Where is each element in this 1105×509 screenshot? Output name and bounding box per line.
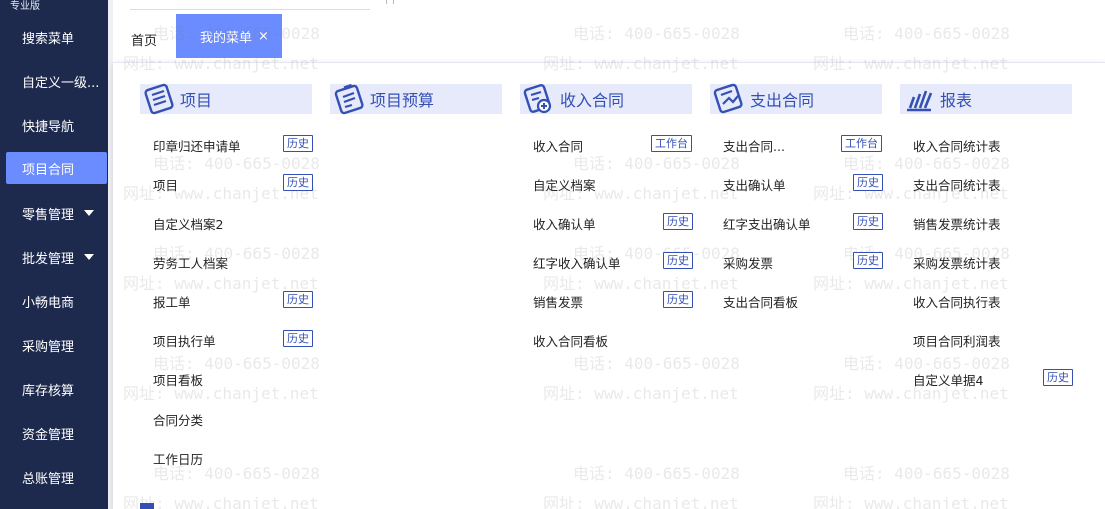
sidebar-item-label: 库存核算	[22, 383, 75, 399]
menu-item-sales-invoice-stats[interactable]: 销售发票统计表	[913, 214, 1001, 233]
caret-down-icon	[84, 210, 95, 216]
menu-item-expense-confirm[interactable]: 支出确认单	[723, 175, 786, 194]
column-header-project-budget: 项目预算	[330, 83, 502, 115]
top-mark	[386, 0, 394, 4]
report-icon	[907, 90, 933, 112]
history-tag[interactable]: 历史	[283, 174, 313, 191]
column-header-reports: 报表	[900, 84, 1072, 114]
history-tag[interactable]: 历史	[663, 213, 693, 230]
history-tag[interactable]: 历史	[283, 330, 313, 347]
sidebar-item-retail[interactable]: 零售管理	[0, 197, 108, 229]
sidebar-item-label: 零售管理	[22, 207, 75, 223]
column-title: 项目	[180, 91, 213, 110]
history-tag[interactable]: 历史	[663, 252, 693, 269]
menu-item-custom-archive[interactable]: 自定义档案	[533, 175, 596, 194]
history-tag[interactable]: 历史	[853, 174, 883, 191]
menu-item-project[interactable]: 项目	[153, 175, 178, 194]
menu-item-project-execution[interactable]: 项目执行单	[153, 331, 216, 350]
watermark-phone: 电话: 400-665-0028	[843, 24, 1010, 43]
column-title: 收入合同	[560, 91, 625, 110]
menu-item-labor-worker-archive[interactable]: 劳务工人档案	[153, 253, 228, 272]
menu-item-project-board[interactable]: 项目看板	[153, 370, 203, 389]
tab-my-menu[interactable]: 我的菜单 ×	[176, 14, 282, 58]
menu-item-custom-document-4[interactable]: 自定义单据4	[913, 370, 983, 389]
tab-label: 我的菜单	[200, 30, 253, 46]
menu-item-income-contract-stats[interactable]: 收入合同统计表	[913, 136, 1001, 155]
sidebar-item-search-menu[interactable]: 搜索菜单	[0, 21, 108, 53]
sidebar-item-ecommerce[interactable]: 小畅电商	[0, 285, 108, 317]
menu-item-expense-contract-stats[interactable]: 支出合同统计表	[913, 175, 1001, 194]
sidebar-item-funds[interactable]: 资金管理	[0, 417, 108, 449]
menu-item-sales-invoice[interactable]: 销售发票	[533, 292, 583, 311]
sidebar-item-label: 项目合同	[22, 162, 75, 178]
menu-item-project-contract-profit[interactable]: 项目合同利润表	[913, 331, 1001, 350]
budget-icon	[334, 83, 364, 115]
menu-panel	[113, 62, 1105, 509]
sidebar-item-label: 资金管理	[22, 427, 75, 443]
column-header-income-contract: 收入合同	[520, 84, 692, 114]
sidebar-item-label: 自定义一级...	[22, 75, 100, 91]
income-contract-icon	[523, 84, 552, 114]
sidebar-item-label: 快捷导航	[22, 119, 75, 135]
menu-item-purchase-invoice[interactable]: 采购发票	[723, 253, 773, 272]
sidebar-item-inventory[interactable]: 库存核算	[0, 373, 108, 405]
history-tag[interactable]: 历史	[283, 291, 313, 308]
sidebar: 专业版 搜索菜单 自定义一级... 快捷导航 项目合同 零售管理 批发管理 小畅…	[0, 0, 108, 509]
list-icon	[144, 83, 174, 115]
history-tag[interactable]: 历史	[283, 135, 313, 152]
sidebar-item-label: 批发管理	[22, 251, 75, 267]
column-title: 报表	[940, 91, 973, 110]
menu-item-income-confirm[interactable]: 收入确认单	[533, 214, 596, 233]
menu-item-income-contract-board[interactable]: 收入合同看板	[533, 331, 608, 350]
menu-item-red-expense-confirm[interactable]: 红字支出确认单	[723, 214, 811, 233]
tab-home[interactable]: 首页	[131, 30, 157, 49]
column-header-project: 项目	[140, 83, 312, 115]
menu-item-expense-contract-board[interactable]: 支出合同看板	[723, 292, 798, 311]
sidebar-item-quick-nav[interactable]: 快捷导航	[0, 109, 108, 141]
sidebar-item-general-ledger[interactable]: 总账管理	[0, 461, 108, 493]
column-header-expense-contract: 支出合同	[710, 83, 882, 114]
caret-down-icon	[84, 254, 95, 260]
sidebar-item-project-contract[interactable]: 项目合同	[6, 152, 107, 184]
sidebar-item-label: 采购管理	[22, 339, 75, 355]
workbench-tag[interactable]: 工作台	[651, 135, 692, 152]
close-icon[interactable]: ×	[258, 29, 269, 44]
sidebar-item-custom-level1[interactable]: 自定义一级...	[0, 65, 108, 97]
menu-item-work-calendar[interactable]: 工作日历	[153, 449, 203, 468]
menu-item-seal-return[interactable]: 印章归还申请单	[153, 136, 241, 155]
history-tag[interactable]: 历史	[663, 291, 693, 308]
column-title: 项目预算	[370, 91, 435, 110]
menu-item-custom-archive-2[interactable]: 自定义档案2	[153, 214, 223, 233]
history-tag[interactable]: 历史	[853, 252, 883, 269]
column-title: 支出合同	[750, 91, 815, 110]
edition-label: 专业版	[10, 1, 40, 12]
history-tag[interactable]: 历史	[1043, 369, 1073, 386]
menu-item-expense-contract[interactable]: 支出合同...	[723, 136, 785, 155]
menu-item-purchase-invoice-stats[interactable]: 采购发票统计表	[913, 253, 1001, 272]
workbench-tag[interactable]: 工作台	[841, 135, 882, 152]
history-tag[interactable]: 历史	[853, 213, 883, 230]
sidebar-item-label: 小畅电商	[22, 295, 75, 311]
sidebar-item-purchase[interactable]: 采购管理	[0, 329, 108, 361]
sidebar-item-label: 总账管理	[22, 471, 75, 487]
expense-contract-icon	[713, 83, 743, 114]
background-edge	[140, 503, 154, 509]
menu-item-contract-category[interactable]: 合同分类	[153, 410, 203, 429]
sidebar-item-label: 搜索菜单	[22, 31, 75, 47]
menu-item-income-contract[interactable]: 收入合同	[533, 136, 583, 155]
watermark-phone: 电话: 400-665-0028	[573, 24, 740, 43]
menu-item-red-income-confirm[interactable]: 红字收入确认单	[533, 253, 621, 272]
menu-item-income-contract-execution[interactable]: 收入合同执行表	[913, 292, 1001, 311]
menu-item-work-report[interactable]: 报工单	[153, 292, 191, 311]
sidebar-item-wholesale[interactable]: 批发管理	[0, 241, 108, 273]
top-divider	[130, 9, 370, 10]
